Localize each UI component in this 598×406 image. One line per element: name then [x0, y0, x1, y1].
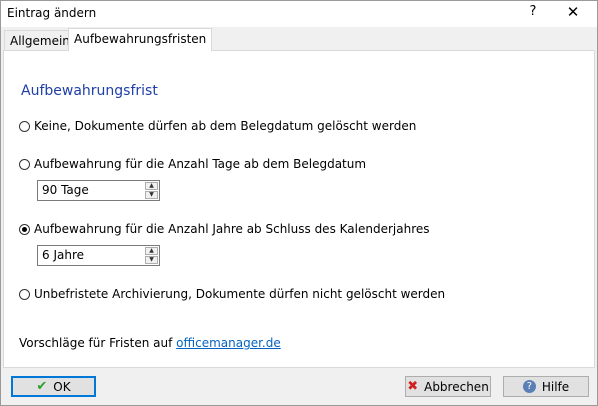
close-button[interactable]: ✕ [565, 3, 581, 21]
window-title: Eintrag ändern [7, 6, 97, 20]
cancel-button[interactable]: ✖ Abbrechen [405, 376, 491, 397]
section-title: Aufbewahrungsfrist [21, 83, 158, 99]
radio-option-tage[interactable]: Aufbewahrung für die Anzahl Tage ab dem … [19, 156, 366, 172]
footer-text: Vorschläge für Fristen auf [19, 336, 173, 350]
radio-label: Aufbewahrung für die Anzahl Tage ab dem … [34, 157, 367, 171]
spin-up-icon[interactable]: ▲ [145, 247, 158, 255]
ok-button[interactable]: ✔ OK [11, 376, 96, 397]
tab-panel: Aufbewahrungsfrist Keine, Dokumente dürf… [3, 50, 595, 368]
title-help-button[interactable]: ? [525, 4, 541, 19]
spin-buttons: ▲ ▼ [145, 247, 158, 264]
help-label: Hilfe [541, 379, 570, 394]
spin-up-icon[interactable]: ▲ [145, 182, 158, 190]
radio-button-checked[interactable] [19, 223, 30, 235]
radio-label: Aufbewahrung für die Anzahl Jahre ab Sch… [34, 222, 430, 236]
years-spinbox[interactable]: 6 Jahre ▲ ▼ [37, 245, 160, 266]
help-button[interactable]: ? Hilfe [503, 376, 589, 397]
x-icon: ✖ [407, 379, 419, 394]
years-value[interactable]: 6 Jahre [42, 248, 84, 262]
tab-aufbewahrungsfristen[interactable]: Aufbewahrungsfristen [68, 28, 213, 51]
radio-button[interactable] [19, 120, 30, 132]
radio-option-keine[interactable]: Keine, Dokumente dürfen ab dem Belegdatu… [19, 118, 416, 134]
radio-option-jahre[interactable]: Aufbewahrung für die Anzahl Jahre ab Sch… [19, 221, 430, 237]
cancel-label: Abbrechen [424, 379, 489, 394]
check-icon: ✔ [36, 379, 48, 394]
spin-down-icon[interactable]: ▼ [145, 256, 158, 264]
dialog-window: Eintrag ändern ? ✕ Allgemein Aufbewahrun… [0, 0, 598, 406]
days-value[interactable]: 90 Tage [42, 183, 89, 197]
ok-label: OK [53, 379, 71, 394]
radio-button[interactable] [19, 288, 30, 300]
radio-option-unbefristet[interactable]: Unbefristete Archivierung, Dokumente dür… [19, 286, 445, 302]
footer-hint: Vorschläge für Fristen auf officemanager… [19, 336, 281, 350]
radio-label: Unbefristete Archivierung, Dokumente dür… [34, 287, 446, 301]
tab-allgemein[interactable]: Allgemein [4, 30, 76, 51]
radio-label: Keine, Dokumente dürfen ab dem Belegdatu… [34, 119, 417, 133]
spin-buttons: ▲ ▼ [145, 182, 158, 199]
days-spinbox[interactable]: 90 Tage ▲ ▼ [37, 180, 160, 201]
title-bar: Eintrag ändern ? ✕ [1, 1, 597, 27]
officemanager-link[interactable]: officemanager.de [176, 336, 281, 350]
radio-button[interactable] [19, 158, 30, 170]
question-circle-icon: ? [522, 380, 536, 393]
spin-down-icon[interactable]: ▼ [145, 191, 158, 199]
